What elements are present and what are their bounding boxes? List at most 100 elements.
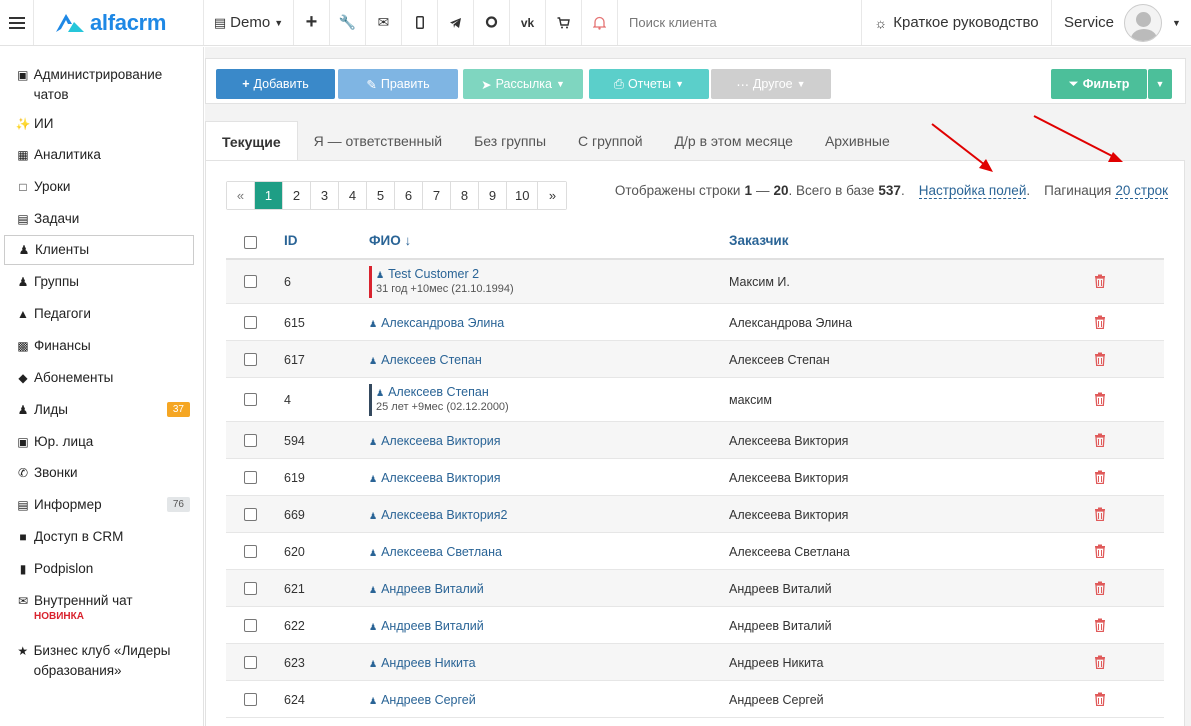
row-checkbox[interactable] (244, 352, 257, 366)
mailing-button[interactable]: ➤ Рассылка ▼ (463, 69, 583, 99)
other-button[interactable]: ⋯ Другое ▼ (711, 69, 831, 99)
row-checkbox[interactable] (244, 315, 257, 329)
trash-icon[interactable] (1094, 392, 1106, 409)
sidebar-item-legal-entities[interactable]: ▣ Юр. лица (4, 432, 194, 452)
logo[interactable]: alfacrm (34, 0, 204, 45)
row-checkbox[interactable] (244, 692, 257, 706)
client-name-link[interactable]: Алексеев Степан (381, 353, 482, 367)
pagination-prev[interactable]: « (227, 182, 255, 209)
pagination-page[interactable]: 4 (339, 182, 367, 209)
tab-no-group[interactable]: Без группы (458, 121, 562, 161)
sidebar-item-subscriptions[interactable]: ◆ Абонементы (4, 368, 194, 388)
menu-toggle-button[interactable] (0, 0, 34, 45)
client-name-link[interactable]: Андреев Сергей (381, 693, 476, 707)
row-checkbox[interactable] (244, 433, 257, 447)
column-id[interactable]: ID (284, 233, 298, 248)
sidebar-item-podpislon[interactable]: ▮ Podpislon (4, 559, 194, 579)
pagination-page[interactable]: 5 (367, 182, 395, 209)
edit-button[interactable]: ✎ Править (338, 69, 458, 99)
client-name-link[interactable]: Александрова Элина (381, 316, 504, 330)
vk-button[interactable]: vk (510, 0, 546, 45)
filter-button[interactable]: ⏷ Фильтр (1051, 69, 1147, 99)
pagination-page[interactable]: 7 (423, 182, 451, 209)
add-button[interactable]: + Добавить (216, 69, 335, 99)
sidebar-item-business-club[interactable]: ★ Бизнес клуб «Лидеры образования» (4, 641, 194, 681)
client-name-link[interactable]: Алексеева Светлана (381, 545, 502, 559)
quick-guide-link[interactable]: ☼ Краткое руководство (862, 0, 1052, 45)
trash-icon[interactable] (1094, 433, 1106, 450)
client-name-link[interactable]: Андреев Виталий (381, 619, 484, 633)
trash-icon[interactable] (1094, 581, 1106, 598)
trash-icon[interactable] (1094, 544, 1106, 561)
client-name-link[interactable]: Андреев Виталий (381, 582, 484, 596)
add-quick-button[interactable]: + (294, 0, 330, 45)
client-name-link[interactable]: Алексеева Виктория (381, 471, 500, 485)
pagination-next[interactable]: » (538, 182, 567, 209)
pagination-page[interactable]: 1 (255, 182, 283, 209)
row-checkbox[interactable] (244, 544, 257, 558)
trash-icon[interactable] (1094, 315, 1106, 332)
sidebar-item-clients[interactable]: ♟ Клиенты (4, 235, 194, 265)
row-checkbox[interactable] (244, 470, 257, 484)
row-checkbox[interactable] (244, 507, 257, 521)
mobile-button[interactable] (402, 0, 438, 45)
filter-dropdown-button[interactable]: ▼ (1148, 69, 1172, 99)
trash-icon[interactable] (1094, 655, 1106, 672)
client-name-link[interactable]: Алексеев Степан (388, 385, 489, 399)
pagination-page[interactable]: 2 (283, 182, 311, 209)
sidebar-item-ai[interactable]: ✨ ИИ (4, 114, 194, 134)
column-name[interactable]: ФИО ↓ (369, 233, 411, 248)
sidebar-item-internal-chat[interactable]: ✉ Внутренний чат НОВИНКА (4, 591, 194, 623)
select-all-checkbox[interactable] (244, 236, 257, 249)
sidebar-item-tasks[interactable]: ▤ Задачи (4, 209, 194, 229)
sidebar-item-groups[interactable]: ♟ Группы (4, 272, 194, 292)
notifications-button[interactable] (582, 0, 618, 45)
settings-button[interactable]: 🔧 (330, 0, 366, 45)
tab-current[interactable]: Текущие (205, 121, 298, 161)
client-name-link[interactable]: Алексеева Виктория2 (381, 508, 507, 522)
client-search-input[interactable] (629, 15, 849, 30)
row-checkbox[interactable] (244, 618, 257, 632)
sidebar-item-crm-access[interactable]: ■ Доступ в CRM (4, 527, 194, 547)
client-name-link[interactable]: Test Customer 2 (388, 267, 479, 281)
trash-icon[interactable] (1094, 352, 1106, 369)
row-checkbox[interactable] (244, 393, 257, 406)
branch-selector[interactable]: ▤ Demo ▼ (204, 0, 294, 45)
sidebar-item-finance[interactable]: ▩ Финансы (4, 336, 194, 356)
rows-per-page-link[interactable]: 20 строк (1115, 183, 1168, 199)
trash-icon[interactable] (1094, 274, 1106, 291)
column-customer[interactable]: Заказчик (729, 233, 788, 248)
pagination-page[interactable]: 10 (507, 182, 539, 209)
reports-button[interactable]: ⎙ Отчеты ▼ (589, 69, 709, 99)
row-checkbox[interactable] (244, 275, 257, 288)
pagination-page[interactable]: 6 (395, 182, 423, 209)
trash-icon[interactable] (1094, 507, 1106, 524)
trash-icon[interactable] (1094, 470, 1106, 487)
tab-birthdays[interactable]: Д/р в этом месяце (659, 121, 809, 161)
mail-button[interactable]: ✉ (366, 0, 402, 45)
sidebar-item-leads[interactable]: ♟ Лиды 37 (4, 400, 194, 420)
client-name-link[interactable]: Андреев Никита (381, 656, 476, 670)
trash-icon[interactable] (1094, 692, 1106, 709)
pagination-page[interactable]: 3 (311, 182, 339, 209)
chat-button[interactable] (474, 0, 510, 45)
pagination-page[interactable]: 8 (451, 182, 479, 209)
sidebar-item-calls[interactable]: ✆ Звонки (4, 463, 194, 483)
row-checkbox[interactable] (244, 581, 257, 595)
sidebar-item-informer[interactable]: ▤ Информер 76 (4, 495, 194, 515)
pagination-page[interactable]: 9 (479, 182, 507, 209)
row-checkbox[interactable] (244, 655, 257, 669)
user-menu[interactable]: Service ▼ (1052, 0, 1191, 45)
tab-archive[interactable]: Архивные (809, 121, 906, 161)
sidebar-item-teachers[interactable]: ▲ Педагоги (4, 304, 194, 324)
tab-responsible[interactable]: Я — ответственный (298, 121, 458, 161)
field-settings-link[interactable]: Настройка полей (918, 183, 1027, 199)
sidebar-item-analytics[interactable]: ▦ Аналитика (4, 145, 194, 165)
sidebar-item-lessons[interactable]: □ Уроки (4, 177, 194, 197)
trash-icon[interactable] (1094, 618, 1106, 635)
client-name-link[interactable]: Алексеева Виктория (381, 434, 500, 448)
cart-button[interactable] (546, 0, 582, 45)
sidebar-item-chat-admin[interactable]: ▣ Администрирование чатов (4, 65, 194, 105)
telegram-button[interactable] (438, 0, 474, 45)
tab-with-group[interactable]: С группой (562, 121, 659, 161)
